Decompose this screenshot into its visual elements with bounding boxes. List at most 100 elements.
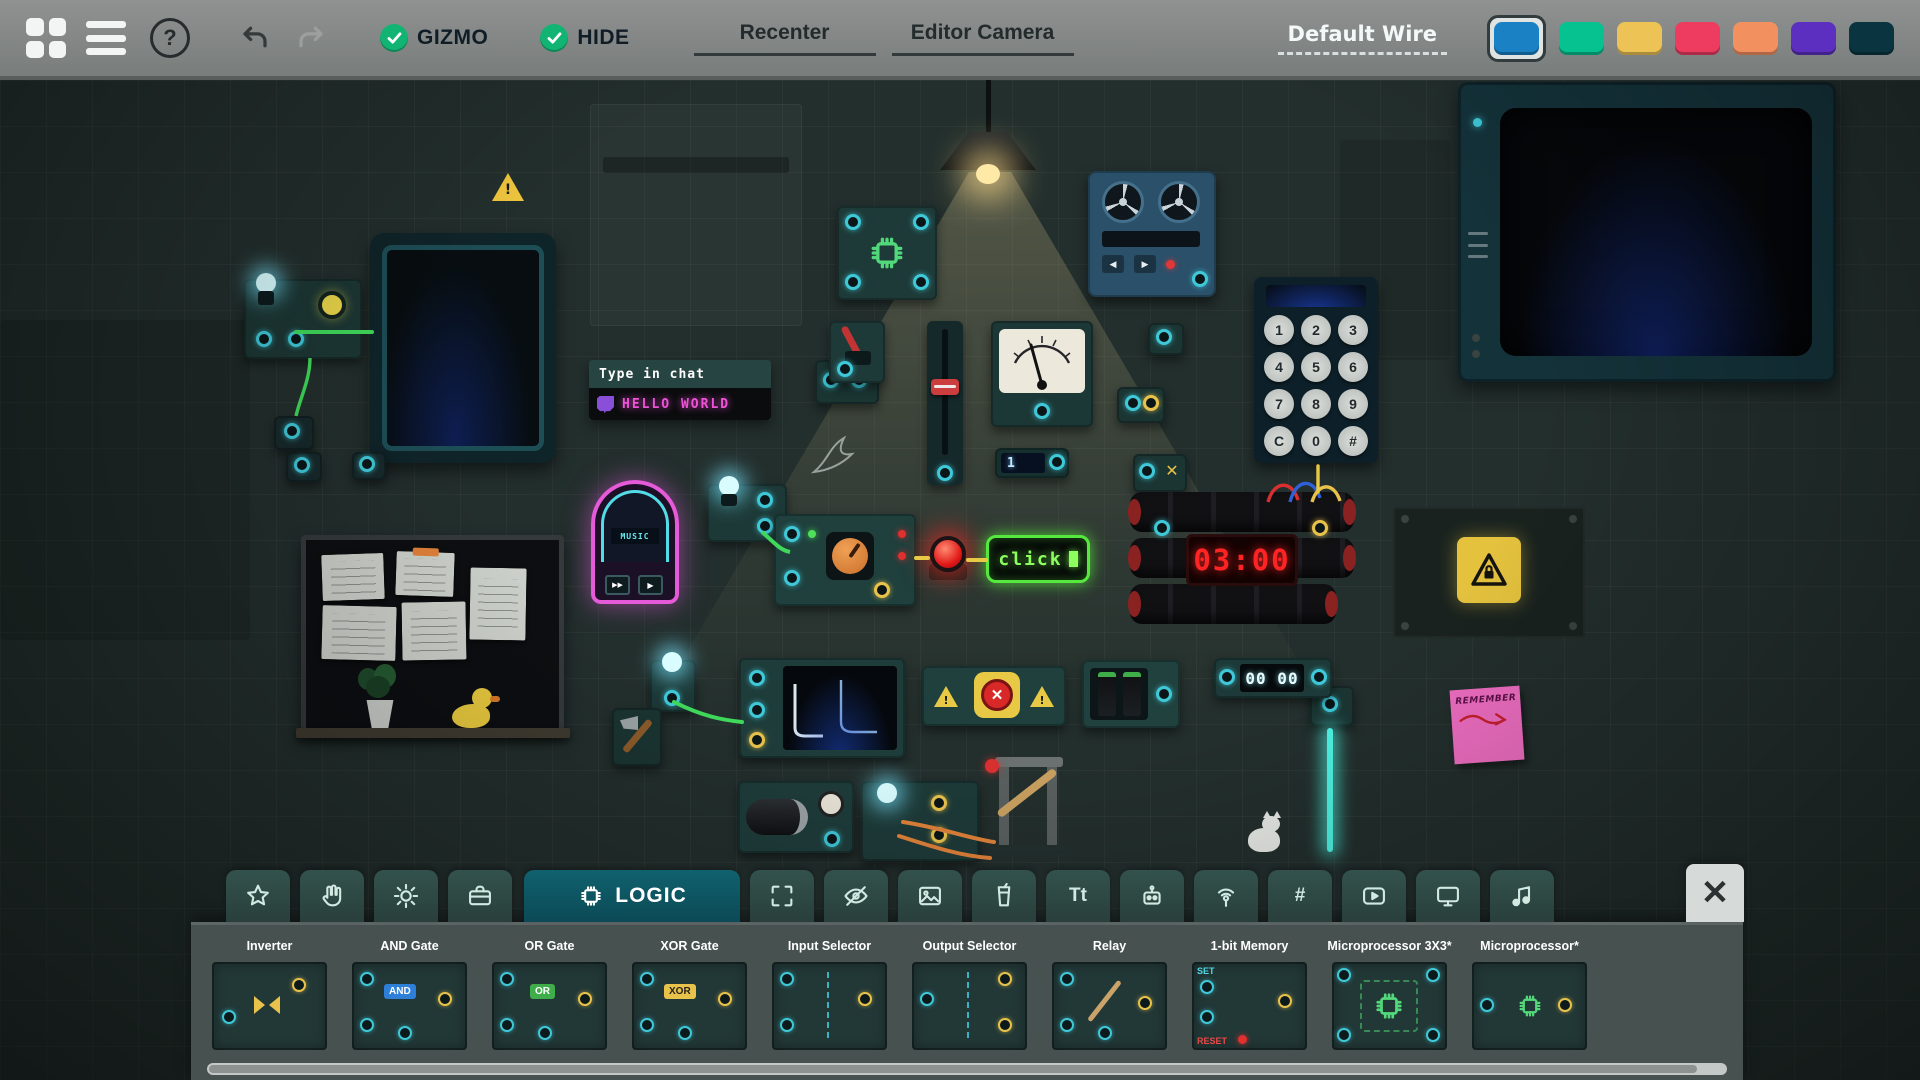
item-card-input-selector[interactable]: Input Selector — [764, 930, 895, 1050]
hide-toggle[interactable]: HIDE — [540, 24, 629, 52]
play-button[interactable]: ▶ — [1134, 255, 1156, 273]
lamp-wire-gadget[interactable] — [861, 781, 979, 861]
item-card-relay[interactable]: Relay — [1044, 930, 1175, 1050]
keypad-key[interactable]: 5 — [1301, 352, 1331, 382]
wire-node[interactable] — [1117, 387, 1165, 423]
tab-numbers[interactable]: # — [1268, 870, 1332, 922]
port-icon[interactable] — [913, 214, 929, 230]
panel-scrollbar[interactable] — [207, 1063, 1727, 1075]
wire-node[interactable] — [286, 452, 322, 482]
lamp-button-gadget[interactable] — [244, 273, 362, 359]
recenter-button[interactable]: Recenter — [693, 21, 876, 56]
tab-text[interactable]: Tt — [1046, 870, 1110, 922]
tab-logic[interactable]: LOGIC — [524, 870, 740, 922]
tab-lighting[interactable] — [374, 870, 438, 922]
keypad-key[interactable]: 1 — [1264, 315, 1294, 345]
jukebox-play-button[interactable]: ▶ — [638, 575, 663, 595]
sticky-note[interactable]: REMEMBER — [1449, 685, 1525, 765]
tab-music[interactable] — [1490, 870, 1554, 922]
default-wire-dropdown[interactable]: Default Wire — [1277, 22, 1447, 55]
tab-screens[interactable] — [1416, 870, 1480, 922]
keypad-key[interactable]: # — [1338, 426, 1368, 456]
item-card-output-selector[interactable]: Output Selector — [904, 930, 1035, 1050]
ceiling-lamp[interactable] — [940, 80, 1036, 192]
pinned-note[interactable] — [321, 605, 397, 661]
pinned-note[interactable] — [395, 551, 455, 597]
tab-hidden[interactable] — [824, 870, 888, 922]
keypad-key[interactable]: 4 — [1264, 352, 1294, 382]
button-dome[interactable] — [930, 536, 966, 572]
big-red-button[interactable] — [927, 536, 969, 580]
keypad-key[interactable]: 6 — [1338, 352, 1368, 382]
jukebox[interactable]: MUSIC ▶▶ ▶ — [591, 480, 679, 604]
port-icon[interactable] — [1049, 454, 1065, 470]
tab-tools[interactable] — [448, 870, 512, 922]
wire-node[interactable] — [274, 416, 314, 450]
wire-cross-node[interactable]: ✕ — [1133, 454, 1187, 492]
keypad-key[interactable]: 8 — [1301, 389, 1331, 419]
rewind-button[interactable]: ◀ — [1102, 255, 1124, 273]
port-icon[interactable] — [1139, 463, 1155, 479]
port-icon[interactable] — [1125, 395, 1141, 411]
keypad-key[interactable]: 2 — [1301, 315, 1331, 345]
small-lamp-gadget[interactable] — [650, 652, 696, 712]
oscilloscope-gadget[interactable] — [739, 658, 905, 758]
port-icon[interactable] — [359, 456, 375, 472]
slider-handle[interactable] — [931, 379, 959, 395]
layout-grid-button[interactable] — [26, 18, 66, 58]
port-icon[interactable] — [256, 331, 272, 347]
time-bomb[interactable]: 03:00 — [1127, 481, 1356, 626]
yellow-button[interactable] — [318, 291, 346, 319]
wire-node[interactable] — [352, 452, 386, 480]
tab-video[interactable] — [1342, 870, 1406, 922]
port-icon[interactable] — [874, 582, 890, 598]
wire-color-swatch[interactable] — [1849, 21, 1894, 55]
keypad-key[interactable]: 9 — [1338, 389, 1368, 419]
mini-display-gadget[interactable]: 1 — [995, 448, 1069, 478]
scrollbar-handle[interactable] — [209, 1065, 1697, 1073]
tab-favorites[interactable] — [226, 870, 290, 922]
tape-recorder[interactable]: ◀ ▶ — [1088, 171, 1216, 297]
tab-hand[interactable] — [300, 870, 364, 922]
battery-holder[interactable] — [1082, 660, 1180, 728]
rotary-knob[interactable] — [832, 538, 868, 574]
item-card-or-gate[interactable]: OR Gate OR — [484, 930, 615, 1050]
port-icon[interactable] — [845, 214, 861, 230]
editor-camera-button[interactable]: Editor Camera — [891, 21, 1074, 56]
pinned-note[interactable] — [321, 552, 385, 602]
port-icon[interactable] — [1143, 395, 1159, 411]
cat-figurine[interactable] — [1246, 811, 1286, 853]
keypad-gadget[interactable]: 1 2 3 4 5 6 7 8 9 C 0 # — [1254, 277, 1378, 463]
port-icon[interactable] — [749, 732, 765, 748]
port-icon[interactable] — [1322, 696, 1338, 712]
port-icon[interactable] — [1156, 329, 1172, 345]
glass-door-panel[interactable] — [370, 233, 556, 463]
item-card-microprocessor-3x3[interactable]: Microprocessor 3X3* — [1324, 930, 1455, 1050]
pinned-note[interactable] — [401, 601, 467, 661]
jukebox-skip-button[interactable]: ▶▶ — [605, 575, 630, 595]
wire-color-swatch[interactable] — [1617, 21, 1662, 55]
port-icon[interactable] — [913, 274, 929, 290]
close-panel-button[interactable]: ✕ — [1686, 864, 1744, 922]
menu-list-button[interactable] — [86, 21, 126, 55]
port-icon[interactable] — [931, 795, 947, 811]
port-icon[interactable] — [1034, 403, 1050, 419]
pinned-note[interactable] — [469, 567, 527, 641]
undo-button[interactable] — [238, 22, 272, 55]
microchip-gadget[interactable] — [837, 206, 937, 300]
port-icon[interactable] — [288, 331, 304, 347]
wire-color-swatch[interactable] — [1559, 21, 1604, 55]
keypad-key[interactable]: 7 — [1264, 389, 1294, 419]
port-icon[interactable] — [784, 570, 800, 586]
rotary-selector-gadget[interactable] — [774, 514, 916, 606]
lever-switch[interactable] — [829, 321, 885, 383]
wire-color-swatch[interactable] — [1494, 21, 1539, 55]
port-icon[interactable] — [937, 465, 953, 481]
keypad-key[interactable]: 0 — [1301, 426, 1331, 456]
keypad-key[interactable]: 3 — [1338, 315, 1368, 345]
gizmo-toggle[interactable]: GIZMO — [380, 24, 488, 52]
port-icon[interactable] — [294, 457, 310, 473]
crt-monitor[interactable] — [1458, 82, 1836, 382]
tab-frames[interactable] — [750, 870, 814, 922]
port-icon[interactable] — [757, 492, 773, 508]
